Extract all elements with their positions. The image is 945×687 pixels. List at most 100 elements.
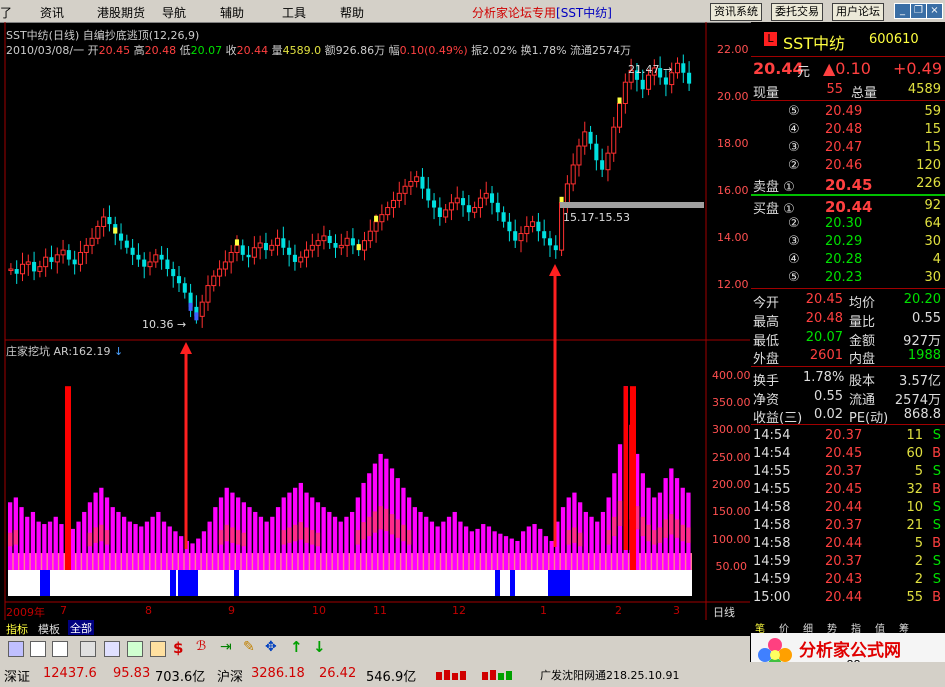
market-bars-icon <box>436 668 526 680</box>
candle-body <box>60 249 66 256</box>
sell-row-0[interactable]: ⑤ 20.49 59 <box>751 104 945 122</box>
menu-item-prev[interactable]: 了 <box>0 4 12 21</box>
indicator-bar <box>116 511 121 570</box>
indicator-blue-mark <box>178 570 198 596</box>
sell-row-4[interactable]: 卖盘 ① 20.45 226 <box>751 176 945 195</box>
buy-volume: 4 <box>932 252 941 267</box>
tab-template[interactable]: 模板 <box>38 621 60 637</box>
toolbar-icon-2[interactable] <box>30 641 46 657</box>
up-arrow-icon[interactable]: ↑ <box>290 638 303 656</box>
candle-body <box>396 192 402 201</box>
menu-item-5[interactable]: 帮助 <box>340 4 364 21</box>
pencil-icon[interactable]: ✎ <box>243 639 255 655</box>
quote-tab-2[interactable]: 细 <box>803 620 813 635</box>
candle-body <box>211 275 217 287</box>
indicator-bar-mid <box>617 500 623 526</box>
indicator-bar <box>418 511 423 570</box>
quote-tab-1[interactable]: 价 <box>779 620 789 635</box>
sell-volume: 15 <box>924 140 941 155</box>
menu-item-2[interactable]: 导航 <box>162 4 186 21</box>
sell-row-2[interactable]: ③ 20.47 15 <box>751 140 945 158</box>
indicator-bar-mid <box>310 530 315 545</box>
toolbar-icon-1[interactable] <box>8 641 24 657</box>
candle-body <box>605 152 611 171</box>
buy-volume: 64 <box>924 216 941 231</box>
tick-row: 14:58 20.37 21 S <box>751 518 945 536</box>
menu-item-3[interactable]: 辅助 <box>220 4 244 21</box>
quote-tab-3[interactable]: 势 <box>827 620 837 635</box>
candle-body <box>309 244 315 251</box>
fund-value: 1.78% <box>803 370 845 385</box>
candle-body <box>461 198 466 206</box>
buy-row-1[interactable]: ② 20.30 64 <box>751 216 945 234</box>
candle-body <box>681 63 686 73</box>
buy-level-label: ⑤ <box>788 270 800 285</box>
tab-all[interactable]: 全部 <box>68 620 94 635</box>
sell-row-1[interactable]: ④ 20.48 15 <box>751 122 945 140</box>
candle-body <box>617 102 623 128</box>
toolbar-icon-7[interactable] <box>150 641 166 657</box>
restore-icon[interactable]: ❐ <box>910 3 927 19</box>
candle-body <box>176 276 182 284</box>
import-icon[interactable]: ⇥ <box>220 639 232 655</box>
candle-body <box>142 259 147 267</box>
toolbar-icon-6[interactable] <box>127 641 143 657</box>
sell-row-3[interactable]: ② 20.46 120 <box>751 158 945 176</box>
indicator-bar-mid <box>378 506 383 530</box>
quote-panel: L SST中纺 600610 20.44 元 ▲0.10 +0.49 现量 55… <box>751 22 945 620</box>
down-arrow-icon[interactable]: ↓ <box>313 638 326 656</box>
candle-body <box>217 268 223 277</box>
period-label[interactable]: 日线 <box>713 604 735 620</box>
tick-time: 14:59 <box>753 554 791 569</box>
hs-amount: 546.9亿 <box>366 670 417 685</box>
tick-side: S <box>932 428 941 443</box>
forum-button[interactable]: 用户论坛 <box>832 3 884 21</box>
stat-value-2: 20.20 <box>903 292 941 307</box>
quote-tab-5[interactable]: 值 <box>875 620 885 635</box>
news-system-button[interactable]: 资讯系统 <box>710 3 762 21</box>
toolbar-icon-3[interactable] <box>52 641 68 657</box>
signal-mark-blue <box>188 302 193 311</box>
close-icon[interactable]: × <box>926 3 943 19</box>
buy-row-4[interactable]: ⑤ 20.23 30 <box>751 270 945 288</box>
buy-row-2[interactable]: ③ 20.29 30 <box>751 234 945 252</box>
candle-body <box>530 221 536 227</box>
tab-indicator[interactable]: 指标 <box>6 621 28 637</box>
candle-body <box>171 269 176 277</box>
quote-tab-4[interactable]: 指 <box>851 620 861 635</box>
indicator-bar <box>321 507 326 570</box>
indicator-bar <box>521 531 526 570</box>
tick-price: 20.37 <box>825 554 863 569</box>
candle-body <box>640 79 645 90</box>
up-arrow-1-head <box>180 342 192 354</box>
tick-price: 20.37 <box>825 428 863 443</box>
kline-chart-area[interactable]: 21.47 → 10.36 → 15.17-15.53 22.00 20.00 … <box>0 22 751 620</box>
move-icon[interactable]: ✥ <box>265 639 277 655</box>
minimize-icon[interactable]: _ <box>894 3 911 19</box>
candle-body <box>315 240 321 246</box>
chart-svg[interactable] <box>0 22 750 620</box>
buy-row-3[interactable]: ④ 20.28 4 <box>751 252 945 270</box>
toolbar-icon-5[interactable] <box>104 641 120 657</box>
buy-row-0[interactable]: 买盘 ① 20.44 92 <box>751 198 945 217</box>
month-label-1: 1 <box>540 604 547 617</box>
trade-button[interactable]: 委托交易 <box>771 3 823 21</box>
price-tick-20: 20.00 <box>717 90 749 103</box>
indicator-bar <box>161 521 167 570</box>
dollar-icon[interactable]: $ <box>173 639 183 657</box>
indicator-bar-mid <box>87 532 93 547</box>
tick-volume: 55 <box>906 590 923 605</box>
tick-price: 20.44 <box>825 536 863 551</box>
menu-item-1[interactable]: 港股期货 <box>97 4 145 21</box>
quote-tab-6[interactable]: 筹 <box>899 620 909 635</box>
link-icon[interactable]: ℬ <box>196 639 206 654</box>
high-annotation: 21.47 → <box>628 63 673 76</box>
fund-label: 净资 <box>753 393 780 408</box>
toolbar-icon-4[interactable] <box>80 641 96 657</box>
menu-item-4[interactable]: 工具 <box>282 4 306 21</box>
indicator-bar <box>156 511 161 570</box>
quote-tab-0[interactable]: 笔 <box>755 620 765 635</box>
indicator-bar-mid <box>315 532 321 547</box>
buy-price: 20.23 <box>825 270 863 285</box>
menu-item-0[interactable]: 资讯 <box>40 4 64 21</box>
